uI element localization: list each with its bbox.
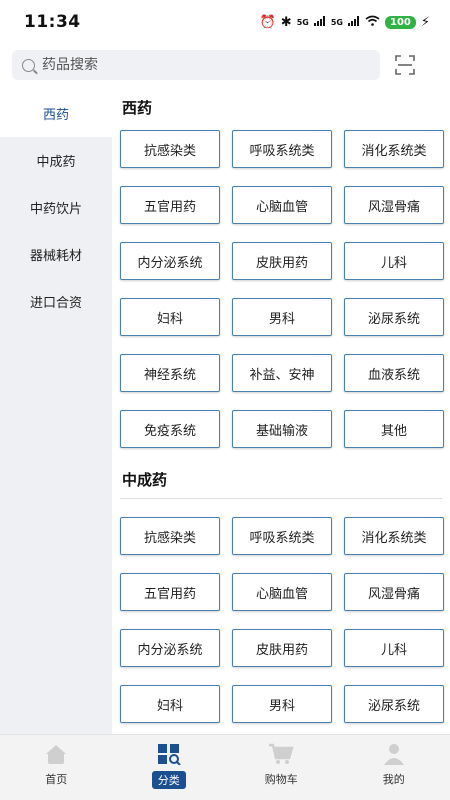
cart-icon: [268, 743, 294, 765]
sidebar-item-label: 进口合资: [29, 296, 82, 311]
category-icon: [156, 743, 182, 766]
signal-label-2: 5G: [330, 17, 343, 27]
scan-icon[interactable]: [394, 54, 416, 76]
status-bar: 11:34 ⏰ ✱ 5G 5G 100 ⚡: [0, 0, 450, 44]
sidebar-item-zhongyaoyinpian[interactable]: 中药饮片: [0, 184, 112, 231]
category-button[interactable]: 五官用药: [120, 573, 220, 611]
wifi-icon: [365, 15, 380, 29]
category-button[interactable]: 心脑血管: [232, 186, 332, 224]
signal-icon: [347, 15, 360, 29]
search-box[interactable]: [12, 50, 380, 80]
profile-icon: [381, 743, 407, 765]
category-button[interactable]: 基础输液: [232, 410, 332, 448]
category-button[interactable]: 儿科: [344, 242, 444, 280]
category-button[interactable]: 内分泌系统: [120, 629, 220, 667]
search-input[interactable]: [42, 57, 342, 73]
nav-label: 我的: [382, 773, 405, 786]
status-time: 11:34: [24, 12, 81, 32]
bottom-nav: 首页 分类 购物车 我的: [0, 734, 450, 800]
category-grid: 抗感染类 呼吸系统类 消化系统类 五官用药 心脑血管 风湿骨痛 内分泌系统 皮肤…: [112, 126, 450, 448]
bluetooth-icon: ✱: [280, 14, 292, 30]
sidebar-item-label: 器械耗材: [29, 249, 82, 264]
nav-home[interactable]: 首页: [0, 735, 113, 800]
search-icon: [22, 58, 35, 72]
category-button[interactable]: 呼吸系统类: [232, 517, 332, 555]
category-button[interactable]: 五官用药: [120, 186, 220, 224]
sidebar-item-qixiehaocai[interactable]: 器械耗材: [0, 231, 112, 278]
category-button[interactable]: 男科: [232, 685, 332, 723]
category-button[interactable]: 泌尿系统: [344, 685, 444, 723]
category-button[interactable]: 消化系统类: [344, 517, 444, 555]
category-sidebar: 西药 中成药 中药饮片 器械耗材 进口合资: [0, 90, 112, 734]
category-content: 西药 抗感染类 呼吸系统类 消化系统类 五官用药 心脑血管 风湿骨痛 内分泌系统…: [112, 90, 450, 734]
sidebar-item-label: 西药: [42, 108, 69, 123]
section-title: 中成药: [122, 471, 168, 489]
category-button[interactable]: 妇科: [120, 685, 220, 723]
search-bar: [0, 48, 450, 84]
signal-icon: [313, 15, 326, 29]
category-button[interactable]: 抗感染类: [120, 130, 220, 168]
section-title: 西药: [122, 99, 153, 117]
nav-profile[interactable]: 我的: [338, 735, 450, 800]
sidebar-item-xiyao[interactable]: 西药: [0, 90, 112, 137]
status-icons: ⏰ ✱ 5G 5G 100 ⚡: [260, 15, 430, 30]
sidebar-item-label: 中药饮片: [29, 202, 82, 217]
category-button[interactable]: 免疫系统: [120, 410, 220, 448]
category-button[interactable]: 神经系统: [120, 354, 220, 392]
signal-label-1: 5G: [296, 17, 309, 27]
category-button[interactable]: 泌尿系统: [344, 298, 444, 336]
nav-label: 首页: [45, 773, 68, 786]
category-button[interactable]: 皮肤用药: [232, 629, 332, 667]
category-button[interactable]: 妇科: [120, 298, 220, 336]
nav-cart[interactable]: 购物车: [225, 735, 338, 800]
divider: [120, 498, 442, 499]
category-button[interactable]: 内分泌系统: [120, 242, 220, 280]
nav-category[interactable]: 分类: [113, 735, 226, 800]
sidebar-item-zhongchengyao[interactable]: 中成药: [0, 137, 112, 184]
category-button[interactable]: 消化系统类: [344, 130, 444, 168]
category-button[interactable]: 皮肤用药: [232, 242, 332, 280]
category-button[interactable]: 儿科: [344, 629, 444, 667]
charging-icon: ⚡: [420, 14, 430, 30]
category-button[interactable]: 抗感染类: [120, 517, 220, 555]
home-icon: [43, 743, 69, 765]
category-button[interactable]: 心脑血管: [232, 573, 332, 611]
nav-label: 分类: [151, 771, 186, 789]
alarm-icon: ⏰: [259, 14, 276, 30]
category-button[interactable]: 其他: [344, 410, 444, 448]
category-grid: 抗感染类 呼吸系统类 消化系统类 五官用药 心脑血管 风湿骨痛 内分泌系统 皮肤…: [112, 513, 450, 723]
category-button[interactable]: 补益、安神: [232, 354, 332, 392]
sidebar-item-jinkouhezi[interactable]: 进口合资: [0, 278, 112, 325]
sidebar-item-label: 中成药: [36, 155, 76, 170]
category-button[interactable]: 血液系统: [344, 354, 444, 392]
battery-indicator: 100: [384, 15, 416, 29]
category-button[interactable]: 男科: [232, 298, 332, 336]
category-button[interactable]: 呼吸系统类: [232, 130, 332, 168]
nav-label: 购物车: [264, 773, 298, 786]
category-button[interactable]: 风湿骨痛: [344, 573, 444, 611]
category-button[interactable]: 风湿骨痛: [344, 186, 444, 224]
